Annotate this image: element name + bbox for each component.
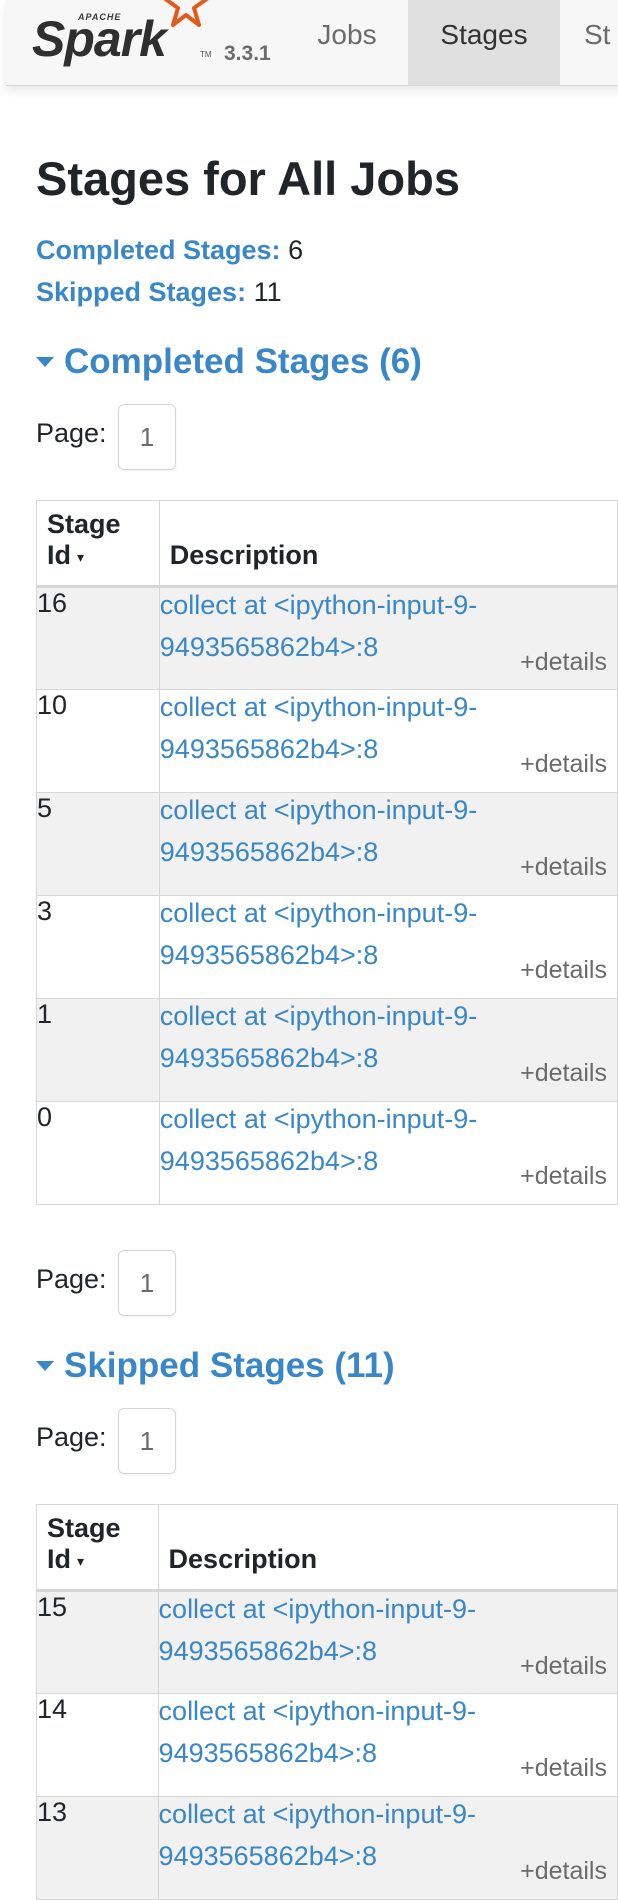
details-toggle[interactable]: +details — [520, 956, 607, 985]
stage-id: 15 — [36, 1590, 159, 1694]
details-toggle[interactable]: +details — [520, 1652, 607, 1681]
stage-description-cell: collect at <ipython-input-9-9493565862b4… — [158, 792, 618, 896]
table-row: 3 collect at <ipython-input-9-9493565862… — [36, 895, 618, 999]
pager-label: Page: — [36, 1264, 107, 1294]
completed-stages-table: Stage Id ▾ Description 16 collect at <ipy… — [36, 500, 618, 1205]
skipped-stages-toggle[interactable]: Skipped Stages (11) — [36, 1344, 395, 1388]
spark-logo[interactable]: APACHE Spark TM 3.3.1 — [32, 0, 272, 85]
stage-description-cell: collect at <ipython-input-9-9493565862b4… — [157, 1796, 618, 1900]
stage-description-cell: collect at <ipython-input-9-9493565862b4… — [157, 1693, 618, 1797]
details-toggle[interactable]: +details — [520, 1857, 607, 1886]
stage-id: 5 — [36, 792, 160, 896]
completed-stages-toggle[interactable]: Completed Stages (6) — [36, 340, 422, 384]
stage-description-cell: collect at <ipython-input-9-9493565862b4… — [158, 586, 618, 690]
stage-id: 3 — [36, 895, 160, 999]
stage-id: 0 — [36, 1101, 160, 1205]
details-toggle[interactable]: +details — [520, 648, 607, 677]
table-row: 5 collect at <ipython-input-9-9493565862… — [36, 792, 618, 896]
column-stage-id[interactable]: Stage Id ▾ — [36, 1504, 159, 1592]
page-number-input[interactable]: 1 — [118, 1250, 176, 1316]
page-number-input[interactable]: 1 — [118, 404, 176, 470]
details-toggle[interactable]: +details — [520, 1059, 607, 1088]
stage-id: 14 — [36, 1693, 159, 1797]
stage-description-cell: collect at <ipython-input-9-9493565862b4… — [158, 895, 618, 999]
tab-stages[interactable]: Stages — [408, 0, 560, 85]
tab-jobs[interactable]: Jobs — [282, 0, 412, 85]
stage-id: 10 — [36, 689, 160, 793]
stage-description-cell: collect at <ipython-input-9-9493565862b4… — [158, 998, 618, 1102]
completed-stages-heading: Completed Stages (6) — [64, 342, 422, 381]
caret-down-icon — [36, 1360, 54, 1371]
stage-id: 13 — [36, 1796, 159, 1900]
details-toggle[interactable]: +details — [520, 853, 607, 882]
pager-label: Page: — [36, 418, 107, 448]
pager-label: Page: — [36, 1422, 107, 1452]
table-row: 0 collect at <ipython-input-9-9493565862… — [36, 1101, 618, 1205]
summary-completed: Completed Stages: 6 — [36, 233, 303, 267]
table-row: 10 collect at <ipython-input-9-949356586… — [36, 689, 618, 793]
caret-down-icon — [36, 356, 54, 367]
table-row: 1 collect at <ipython-input-9-9493565862… — [36, 998, 618, 1102]
details-toggle[interactable]: +details — [520, 1754, 607, 1783]
summary-skipped-link[interactable]: Skipped Stages: — [36, 277, 246, 307]
details-toggle[interactable]: +details — [520, 1162, 607, 1191]
table-row: 14 collect at <ipython-input-9-949356586… — [36, 1693, 618, 1797]
skipped-stages-table: Stage Id ▾ Description 15 collect at <ipy… — [36, 1504, 618, 1900]
summary-skipped: Skipped Stages: 11 — [36, 275, 282, 309]
page-title: Stages for All Jobs — [36, 152, 460, 205]
table-row: 15 collect at <ipython-input-9-949356586… — [36, 1590, 618, 1694]
table-row: 13 collect at <ipython-input-9-949356586… — [36, 1796, 618, 1900]
column-description[interactable]: Description — [157, 1504, 618, 1592]
stage-id: 1 — [36, 998, 160, 1102]
top-navbar: APACHE Spark TM 3.3.1 Jobs Stages St — [6, 0, 618, 86]
stage-description-cell: collect at <ipython-input-9-9493565862b4… — [158, 689, 618, 793]
spark-star-icon — [163, 0, 209, 27]
summary-completed-count: 6 — [288, 235, 304, 265]
brand-name: Spark — [32, 11, 167, 67]
column-description[interactable]: Description — [158, 500, 618, 588]
stage-id: 16 — [36, 586, 160, 690]
table-row: 16 collect at <ipython-input-9-949356586… — [36, 586, 618, 690]
tab-storage[interactable]: St — [584, 0, 618, 85]
page-number-input[interactable]: 1 — [118, 1408, 176, 1474]
stage-description-cell: collect at <ipython-input-9-9493565862b4… — [158, 1101, 618, 1205]
spark-version: 3.3.1 — [224, 42, 271, 65]
brand-trademark: TM — [200, 50, 212, 59]
summary-skipped-count: 11 — [253, 277, 282, 307]
stage-description-cell: collect at <ipython-input-9-9493565862b4… — [157, 1590, 618, 1694]
sort-desc-icon: ▾ — [77, 549, 85, 565]
details-toggle[interactable]: +details — [520, 750, 607, 779]
summary-completed-link[interactable]: Completed Stages: — [36, 235, 281, 265]
skipped-stages-heading: Skipped Stages (11) — [64, 1346, 395, 1385]
sort-desc-icon: ▾ — [77, 1553, 85, 1569]
column-stage-id[interactable]: Stage Id ▾ — [36, 500, 160, 588]
